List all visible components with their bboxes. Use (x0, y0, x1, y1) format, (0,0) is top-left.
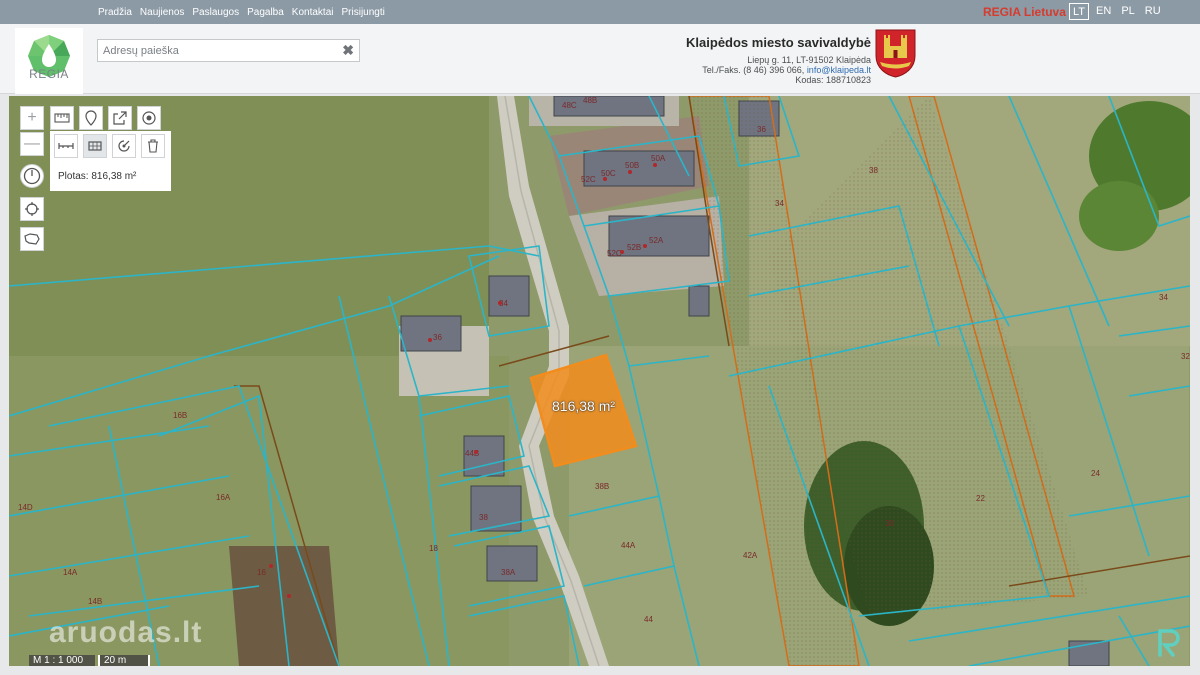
nav-item-news[interactable]: Naujienos (140, 7, 184, 18)
parcel-label: 42A (743, 551, 758, 560)
export-button[interactable] (108, 106, 132, 130)
brand-name[interactable]: REGIA Lietuva (983, 0, 1066, 24)
parcel-label: 38A (501, 568, 516, 577)
lang-ru[interactable]: RU (1142, 3, 1164, 20)
distance-icon (58, 143, 74, 149)
place-marker-button[interactable] (79, 106, 103, 130)
area-measurement-label: 816,38 m² (552, 398, 616, 414)
zoom-out-button[interactable]: — (20, 132, 44, 156)
parcel-label: 50C (601, 169, 616, 178)
parcel-label: 50A (651, 154, 666, 163)
measure-distance-button[interactable] (54, 134, 78, 158)
clear-measure-button[interactable] (141, 134, 165, 158)
clear-search-icon[interactable]: ✖ (342, 42, 354, 59)
parcel-label: 52A (649, 236, 664, 245)
nav-item-home[interactable]: Pradžia (98, 7, 132, 18)
lang-en[interactable]: EN (1093, 3, 1114, 20)
parcel-label: 36 (433, 333, 442, 342)
nav-item-help[interactable]: Pagalba (247, 7, 284, 18)
pin-icon (85, 110, 97, 126)
parcel-label: 48C (562, 101, 577, 110)
parcel-label: 32 (1181, 352, 1190, 361)
parcel-label: 34 (1159, 293, 1168, 302)
parcel-label: 52C (607, 249, 622, 258)
nav-item-login[interactable]: Prisijungti (342, 7, 385, 18)
scale-bar: 20 m (98, 655, 150, 666)
measure-result: Plotas: 816,38 m² (58, 171, 137, 182)
lang-pl[interactable]: PL (1118, 3, 1137, 20)
regia-r-logo-icon (1158, 629, 1180, 657)
municipality-phone: Tel./Faks. (8 46) 396 066, (702, 65, 805, 75)
parcel-label: 34 (775, 199, 784, 208)
parcel-label: 36 (757, 125, 766, 134)
measure-length-button[interactable] (50, 106, 74, 130)
parcel-label: 16 (257, 568, 266, 577)
top-navigation-bar: Pradžia Naujienos Paslaugos Pagalba Kont… (0, 0, 1200, 24)
parcel-label: 16A (216, 493, 231, 502)
parcel-label: 18 (429, 544, 438, 553)
crosshair-icon (25, 202, 39, 216)
target-icon (142, 111, 156, 125)
logo-text: REGIA (29, 67, 69, 81)
draw-point-button[interactable] (137, 106, 161, 130)
parcel-label: 52B (627, 243, 641, 252)
parcel-label: 44A (621, 541, 636, 550)
radius-icon (118, 140, 130, 152)
parcel-label: 38B (595, 482, 609, 491)
parcel-label: 14D (18, 503, 33, 512)
scale-indicator: M 1 : 1 000 20 m (29, 655, 150, 666)
parcel-label: 14B (88, 597, 102, 606)
layers-button[interactable] (20, 227, 44, 251)
parcel-label: 24 (1091, 469, 1100, 478)
ruler-icon (54, 113, 70, 123)
parcel-label: 30 (885, 519, 894, 528)
site-header: REGIA ✖ Klaipėdos miesto savivaldybė Lie… (0, 24, 1200, 94)
parcel-label: 38 (869, 166, 878, 175)
address-search-input[interactable] (98, 40, 338, 61)
municipality-address: Liepų g. 11, LT-91502 Klaipėda (747, 55, 871, 65)
region-outline-icon (24, 233, 40, 245)
municipality-contacts: Tel./Faks. (8 46) 396 066, info@klaipeda… (686, 65, 871, 75)
parcel-label: 14A (63, 568, 78, 577)
nav-item-contacts[interactable]: Kontaktai (292, 7, 334, 18)
compass-button[interactable] (20, 164, 44, 188)
municipality-code: Kodas: 188710823 (795, 75, 871, 85)
parcel-label: 16B (173, 411, 187, 420)
municipality-name: Klaipėdos miesto savivaldybė (686, 35, 871, 50)
language-switcher: LT EN PL RU (1069, 3, 1164, 20)
minus-icon: — (24, 135, 40, 152)
compass-icon (23, 167, 41, 185)
nav-item-services[interactable]: Paslaugos (192, 7, 239, 18)
parcel-label: 50B (625, 161, 639, 170)
parcel-label: 48B (583, 96, 597, 105)
parcel-label: 22 (976, 494, 985, 503)
watermark: aruodas.lt (49, 616, 203, 649)
area-icon (88, 141, 102, 151)
measure-area-button[interactable] (83, 134, 107, 158)
measure-radius-button[interactable] (112, 134, 136, 158)
municipality-email-link[interactable]: info@klaipeda.lt (807, 65, 871, 75)
parcel-label: 52C (581, 175, 596, 184)
address-search: ✖ (97, 39, 360, 62)
regia-logo[interactable]: REGIA (15, 28, 83, 94)
page-bottom (0, 666, 1200, 675)
plus-icon: + (27, 109, 37, 126)
parcel-label: 44 (644, 615, 653, 624)
locate-button[interactable] (20, 197, 44, 221)
main-nav: Pradžia Naujienos Paslaugos Pagalba Kont… (98, 0, 385, 24)
klaipeda-coat-of-arms-icon (875, 29, 916, 78)
orthophoto-map[interactable]: 48C 48B 36 38 52C 50C 50B 50A 52C 52B 52… (9, 96, 1190, 666)
measure-panel: Plotas: 816,38 m² (50, 131, 171, 191)
zoom-in-button[interactable]: + (20, 106, 44, 130)
municipality-info: Klaipėdos miesto savivaldybė Liepų g. 11… (686, 35, 871, 85)
export-icon (113, 111, 127, 125)
trash-icon (148, 139, 158, 153)
scale-ratio: M 1 : 1 000 (29, 655, 95, 666)
map-viewport[interactable]: 48C 48B 36 38 52C 50C 50B 50A 52C 52B 52… (9, 96, 1190, 666)
lang-lt[interactable]: LT (1069, 3, 1090, 20)
parcel-label: 38 (479, 513, 488, 522)
